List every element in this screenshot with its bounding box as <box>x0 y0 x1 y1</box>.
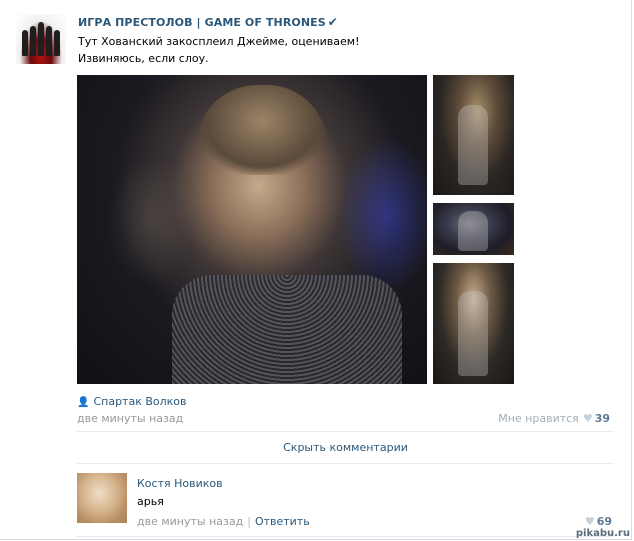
comment-text: арья <box>137 495 164 508</box>
post-author-link[interactable]: 👤 Спартак Волков <box>77 395 187 408</box>
post-text: Тут Хованский закосплеил Джейме, оценива… <box>78 33 359 67</box>
post-author-name: Спартак Волков <box>93 395 187 408</box>
post-like-button[interactable]: Мне нравится ♥ 39 <box>498 412 610 425</box>
comment-avatar[interactable] <box>77 473 127 523</box>
photo-figure-detail <box>458 211 488 251</box>
group-name-text: ИГРА ПРЕСТОЛОВ | GAME OF THRONES <box>78 16 326 29</box>
separator: | <box>247 515 251 528</box>
verified-check-icon: ✔ <box>327 15 338 29</box>
comment-like-count: 69 <box>596 515 612 528</box>
comment-timestamp[interactable]: две минуты назад <box>137 515 243 528</box>
user-icon: 👤 <box>77 397 90 408</box>
photo-figure-detail <box>458 291 488 376</box>
heart-icon: ♥ <box>582 412 593 425</box>
chess-piece-icon <box>22 30 28 56</box>
divider <box>77 536 614 537</box>
post-text-line: Тут Хованский закосплеил Джейме, оценива… <box>78 35 360 48</box>
reply-button[interactable]: Ответить <box>255 515 310 528</box>
post-photo-thumb[interactable] <box>433 263 514 384</box>
comment-author-link[interactable]: Костя Новиков <box>137 477 223 490</box>
chess-piece-icon <box>30 26 36 56</box>
comment-meta: две минуты назад | Ответить <box>137 515 310 528</box>
chess-piece-icon <box>54 30 60 56</box>
post-text-line: Извиняюсь, если слоу. <box>78 52 209 65</box>
group-avatar[interactable] <box>16 14 66 64</box>
heart-icon: ♥ <box>584 515 595 528</box>
photo-figure-detail <box>458 105 488 185</box>
photo-background-detail <box>107 155 197 285</box>
post-timestamp[interactable]: две минуты назад <box>77 412 183 425</box>
chess-piece-icon <box>38 22 44 56</box>
like-count: 39 <box>594 412 610 425</box>
watermark: pikabu.ru <box>575 528 630 539</box>
photo-figure-detail <box>197 85 327 175</box>
hide-comments-button[interactable]: Скрыть комментарии <box>77 431 614 464</box>
post-photo-thumb[interactable] <box>433 75 514 195</box>
post-photo-thumb[interactable] <box>433 203 514 255</box>
group-name-link[interactable]: ИГРА ПРЕСТОЛОВ | GAME OF THRONES ✔ <box>78 15 338 29</box>
like-label: Мне нравится <box>498 412 579 425</box>
chess-piece-icon <box>46 26 52 56</box>
post-photo-main[interactable] <box>77 75 427 384</box>
photo-armor-detail <box>172 275 402 384</box>
photo-light-detail <box>337 135 427 295</box>
comment-like-button[interactable]: ♥ 69 <box>585 515 612 528</box>
